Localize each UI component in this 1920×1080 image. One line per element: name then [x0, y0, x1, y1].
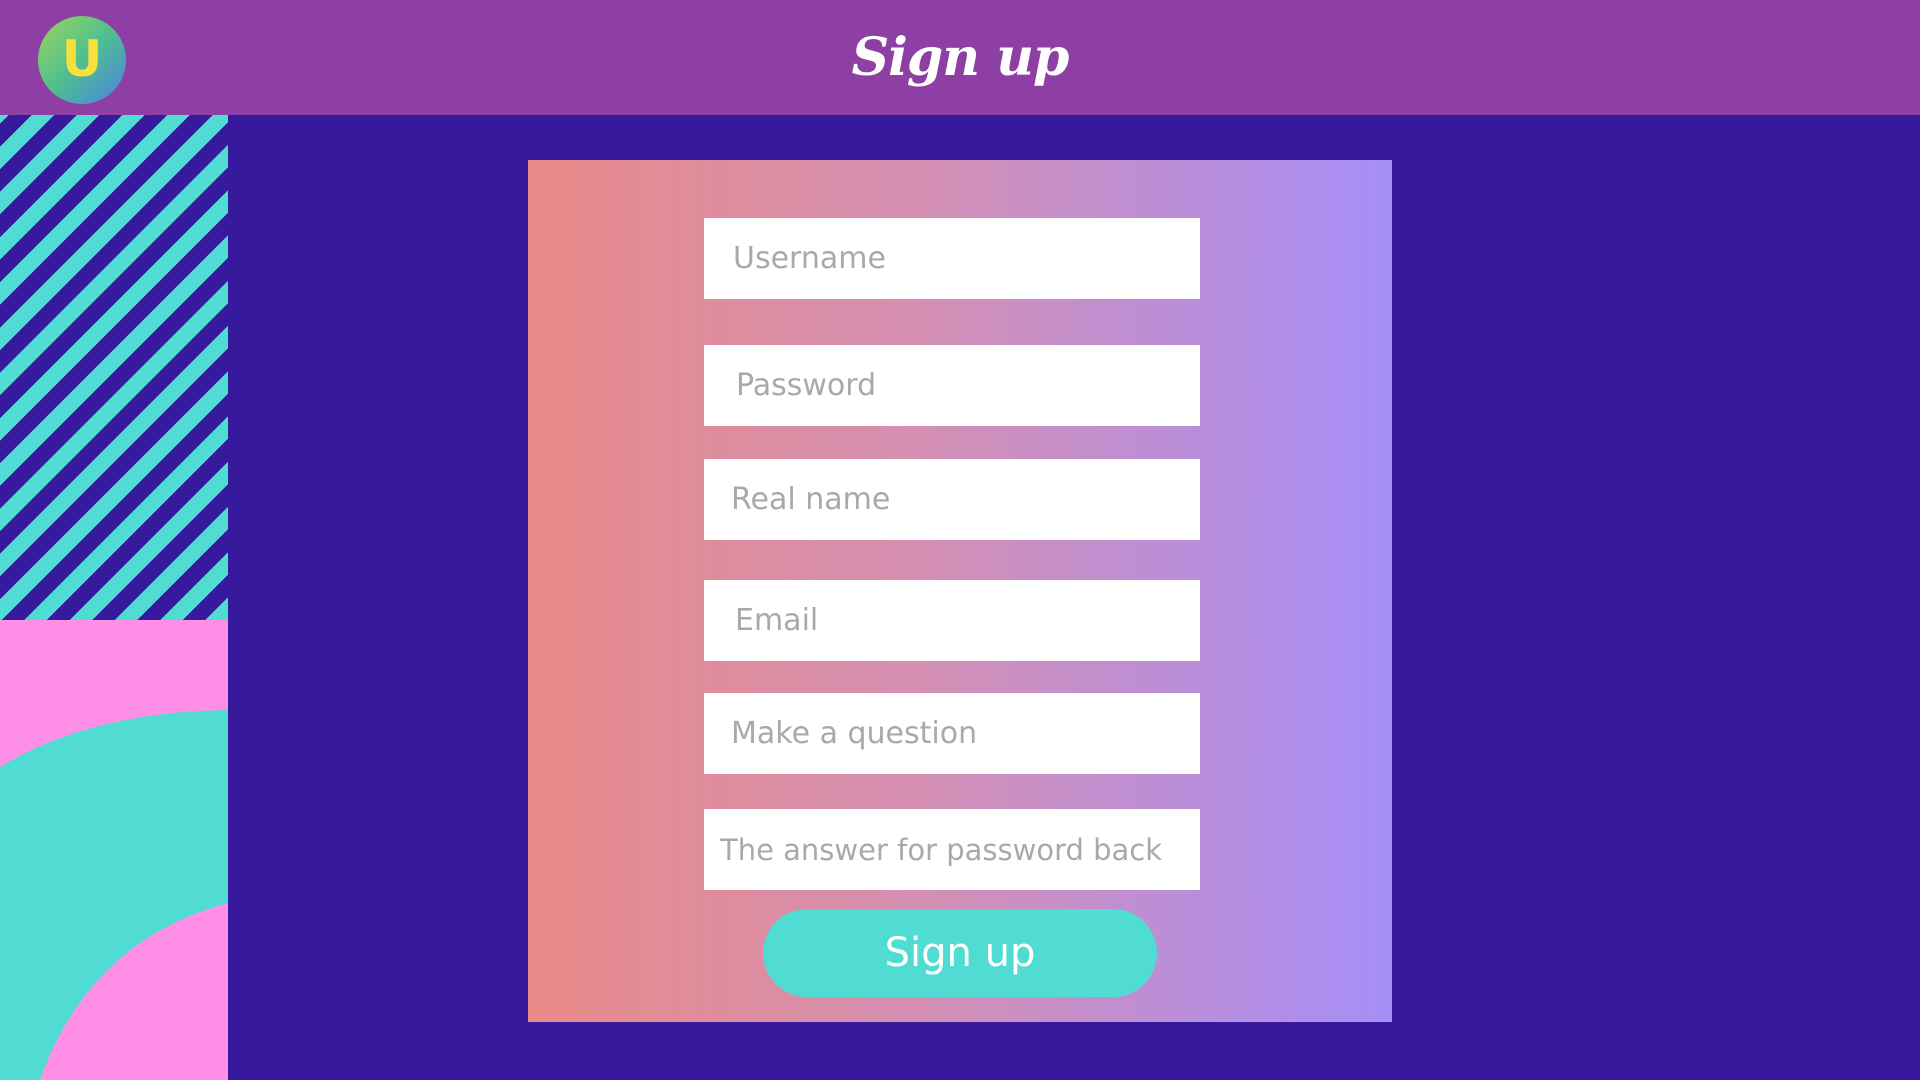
signup-form-card: Sign up	[528, 160, 1392, 1022]
page-title: Sign up	[851, 27, 1070, 88]
sign-up-button[interactable]: Sign up	[763, 909, 1157, 997]
security-answer-input[interactable]	[704, 809, 1200, 890]
password-input[interactable]	[704, 345, 1200, 426]
top-header-bar: U Sign up	[0, 0, 1920, 115]
decorative-stripe-panel	[0, 115, 228, 620]
username-input[interactable]	[704, 218, 1200, 299]
decorative-wave-panel	[0, 620, 228, 1080]
email-input[interactable]	[704, 580, 1200, 661]
real-name-input[interactable]	[704, 459, 1200, 540]
security-question-input[interactable]	[704, 693, 1200, 774]
